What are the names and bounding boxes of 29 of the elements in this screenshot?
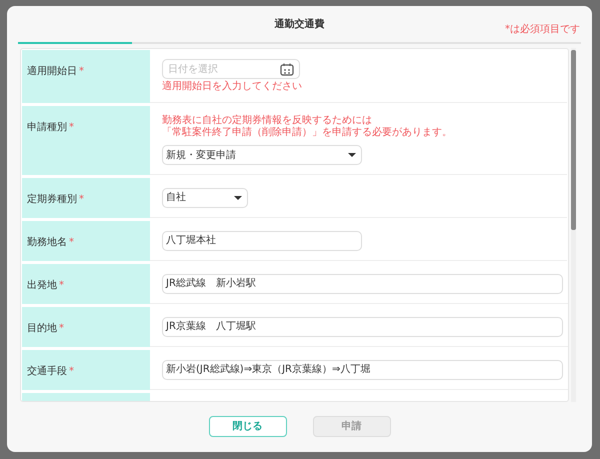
required-mark: * (59, 280, 64, 291)
field-label: 交通手段 (27, 366, 67, 377)
required-mark: * (69, 122, 74, 133)
error-message: 適用開始日を入力してください (162, 80, 303, 93)
required-mark: * (69, 366, 74, 377)
caret-icon (234, 196, 242, 200)
required-mark: * (79, 66, 84, 77)
required-mark: * (79, 194, 84, 205)
field-label: 定期券種別 (27, 194, 77, 205)
required-mark: * (69, 237, 74, 248)
text-field[interactable]: 八丁堀本社 (162, 230, 362, 250)
field-label: 目的地 (27, 323, 57, 334)
required-mark: * (59, 323, 64, 334)
text-field[interactable]: 新小岩(JR総武線)⇒東京（JR京葉線）⇒八丁堀 (162, 360, 563, 380)
text-field[interactable]: JR総武線 新小岩駅 (162, 274, 563, 294)
calendar-icon[interactable] (280, 62, 294, 76)
field-label: 出発地 (27, 280, 57, 291)
field-label: 勤務地名 (27, 237, 67, 248)
notice-line: 「常駐案件終了申請（削除申請）」を申請する必要があります。 (162, 127, 453, 139)
dialog-title: 通勤交通費 (274, 17, 324, 32)
field-label: 申請種別 (27, 122, 67, 133)
caret-icon (348, 153, 356, 157)
select-dropdown[interactable]: 新規・変更申請 (162, 145, 362, 165)
select-dropdown[interactable]: 自社 (162, 188, 248, 208)
notice-line: 勤務表に自社の定期券情報を反映するためには (162, 115, 373, 126)
scrollbar-thumb[interactable] (571, 50, 576, 230)
field-label: 適用開始日 (27, 66, 77, 77)
required-note: *は必須項目です (505, 22, 580, 37)
text-field[interactable]: JR京葉線 八丁堀駅 (162, 316, 563, 336)
